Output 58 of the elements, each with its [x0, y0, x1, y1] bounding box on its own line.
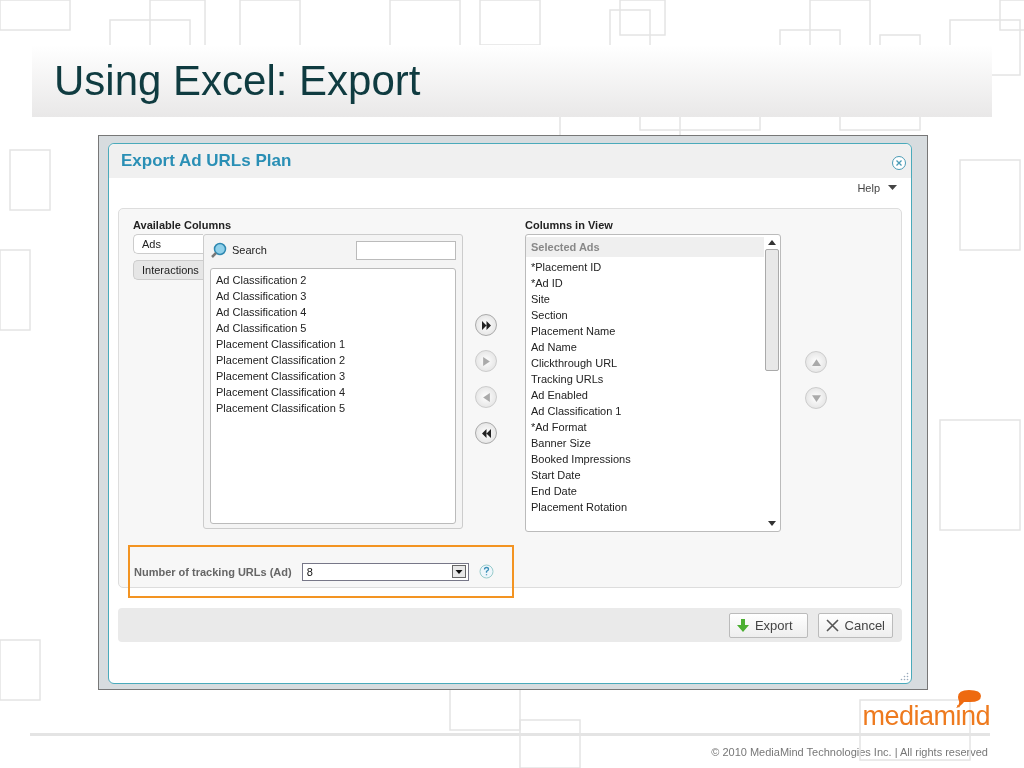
list-item[interactable]: Placement Classification 5 [216, 400, 450, 416]
scroll-up-icon[interactable] [768, 240, 776, 245]
list-item[interactable]: Ad Classification 2 [216, 272, 450, 288]
list-item[interactable]: End Date [531, 483, 759, 499]
list-item[interactable]: *Placement ID [531, 259, 759, 275]
close-icon[interactable] [891, 155, 907, 171]
help-menu[interactable]: Help [857, 180, 897, 196]
x-icon [825, 618, 839, 632]
list-item[interactable]: Ad Classification 4 [216, 304, 450, 320]
dialog-title: Export Ad URLs Plan [121, 151, 292, 171]
list-item[interactable]: Ad Classification 5 [216, 320, 450, 336]
arrow-icon [811, 357, 821, 367]
slide-title: Using Excel: Export [54, 57, 421, 105]
arrow-icon [481, 356, 491, 366]
scroll-down-icon[interactable] [768, 521, 776, 526]
tab[interactable]: Ads [133, 234, 203, 254]
list-item[interactable]: Banner Size [531, 435, 759, 451]
tab[interactable]: Interactions [133, 260, 203, 280]
search-field[interactable] [356, 240, 456, 260]
field-label: Number of tracking URLs (Ad) [134, 565, 292, 578]
arrow-icon [481, 428, 491, 438]
down-arrow-icon [736, 618, 749, 632]
list-item[interactable]: Ad Classification 3 [216, 288, 450, 304]
cancel-button[interactable]: Cancel [817, 612, 893, 638]
list-item[interactable]: Placement Classification 4 [216, 384, 450, 400]
search-label: Search [232, 244, 267, 256]
list-item[interactable]: Booked Impressions [531, 451, 759, 467]
list-item[interactable]: Site [531, 291, 759, 307]
list-item[interactable]: *Ad ID [531, 275, 759, 291]
list-item[interactable]: Placement Classification 2 [216, 352, 450, 368]
arrow-icon [811, 393, 821, 403]
logo: mediamind [862, 702, 990, 730]
search-icon [210, 241, 227, 259]
list-item[interactable]: Placement Classification 3 [216, 368, 450, 384]
list-item[interactable]: Clickthrough URL [531, 355, 759, 371]
list-item[interactable]: Placement Name [531, 323, 759, 339]
tracking-count-dropdown[interactable]: 8 [301, 562, 469, 581]
copyright-text: © 2010 MediaMind Technologies Inc. | All rights reserved [711, 746, 988, 758]
list-item[interactable]: Ad Name [531, 339, 759, 355]
help-icon[interactable] [478, 564, 494, 579]
arrow-icon [481, 392, 491, 402]
section-label: Available Columns [133, 219, 232, 233]
list-item[interactable]: Section [531, 307, 759, 323]
arrow-icon [481, 320, 491, 330]
list-header: Selected Ads [526, 237, 764, 257]
list-item[interactable]: Tracking URLs [531, 371, 759, 387]
export-button[interactable]: Export [728, 612, 808, 638]
list-item[interactable]: Start Date [531, 467, 759, 483]
list-item[interactable]: Placement Rotation [531, 499, 759, 515]
list-item[interactable]: Placement Classification 1 [216, 336, 450, 352]
list-item[interactable]: Ad Enabled [531, 387, 759, 403]
list-item[interactable]: *Ad Format [531, 419, 759, 435]
resize-grip-icon[interactable] [900, 672, 909, 681]
list-item[interactable]: Ad Classification 1 [531, 403, 759, 419]
caret-icon [888, 185, 897, 191]
add-all-button[interactable] [475, 314, 497, 336]
remove-all-button[interactable] [475, 422, 497, 444]
section-label: Columns in View [525, 219, 614, 233]
